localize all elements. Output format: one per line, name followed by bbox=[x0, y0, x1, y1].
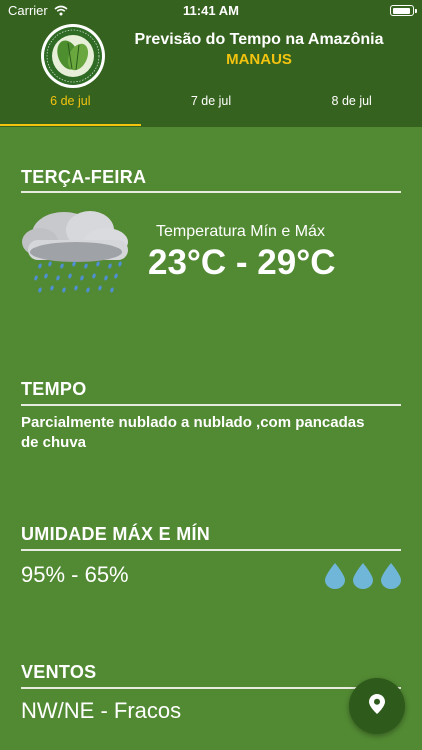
sipam-logo bbox=[40, 23, 106, 89]
tab-day-2[interactable]: 7 de jul bbox=[141, 89, 282, 127]
day-title: TERÇA-FEIRA bbox=[21, 167, 147, 187]
wind-title: VENTOS bbox=[21, 662, 97, 682]
date-tabs: 6 de jul 7 de jul 8 de jul bbox=[0, 89, 422, 127]
location-pin-icon bbox=[369, 693, 385, 719]
temperature-label: Temperatura Mín e Máx bbox=[156, 223, 325, 240]
weather-title: TEMPO bbox=[21, 379, 87, 399]
humidity-value: 95% - 65% bbox=[21, 562, 129, 587]
app-header: Previsão do Tempo na Amazônia MANAUS bbox=[0, 22, 422, 89]
weather-description: Parcialmente nublado a nublado ,com panc… bbox=[21, 414, 365, 451]
divider bbox=[21, 549, 401, 551]
humidity-title: UMIDADE MÁX E MÍN bbox=[21, 524, 211, 544]
tab-day-1[interactable]: 6 de jul bbox=[0, 89, 141, 127]
status-bar: Carrier 11:41 AM bbox=[0, 0, 422, 22]
divider bbox=[21, 404, 401, 406]
water-drops-icon bbox=[323, 561, 403, 589]
divider bbox=[21, 191, 401, 193]
city-name: MANAUS bbox=[226, 51, 292, 68]
battery-icon bbox=[390, 5, 417, 16]
location-button[interactable] bbox=[349, 678, 405, 734]
clock: 11:41 AM bbox=[183, 3, 239, 18]
temperature-value: 23°C - 29°C bbox=[148, 243, 336, 282]
divider bbox=[21, 687, 401, 689]
wind-value: NW/NE - Fracos bbox=[21, 698, 182, 723]
page-title: Previsão do Tempo na Amazônia bbox=[134, 31, 384, 48]
cloud-rain-icon bbox=[20, 204, 132, 304]
tab-day-3[interactable]: 8 de jul bbox=[281, 89, 422, 127]
